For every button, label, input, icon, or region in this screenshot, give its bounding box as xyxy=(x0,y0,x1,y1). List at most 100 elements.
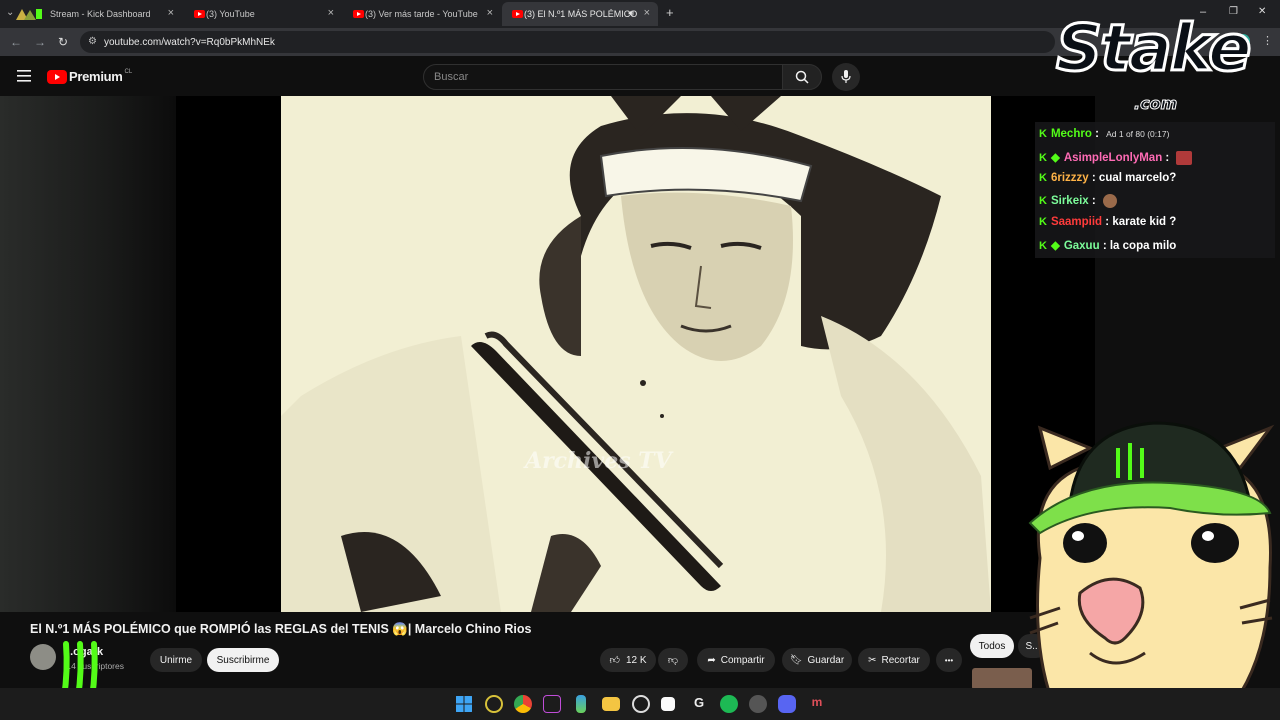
youtube-favicon-icon xyxy=(194,10,205,18)
tab-close-button[interactable]: × xyxy=(644,7,650,19)
filter-chip-all[interactable]: Todos xyxy=(970,634,1014,658)
channel-avatar[interactable] xyxy=(30,644,56,670)
app-red-icon[interactable]: m xyxy=(808,695,826,713)
close-window-button[interactable]: ✕ xyxy=(1258,6,1266,17)
back-icon[interactable]: ← xyxy=(10,35,22,49)
youtube-favicon-icon xyxy=(512,10,523,18)
chat-message: K ◆ AsimpleLonlyMan : xyxy=(1039,150,1193,165)
discord-icon[interactable] xyxy=(778,695,796,713)
share-icon: ➦ xyxy=(707,654,716,666)
youtube-logo[interactable]: Premium CL xyxy=(47,69,132,84)
search-placeholder: Buscar xyxy=(434,71,469,83)
share-label: Compartir xyxy=(720,654,765,666)
thumbs-up-icon: 👍︎ xyxy=(609,655,620,666)
chrome-icon[interactable] xyxy=(514,695,532,713)
thumbs-down-icon: 👎︎ xyxy=(667,655,679,666)
kick-badge-icon: K xyxy=(1039,195,1047,208)
app-dark-circle-icon[interactable] xyxy=(749,695,767,713)
gift-badge-icon: ◆ xyxy=(1050,152,1060,164)
tab-label: (3) El N.º1 MÁS POLÉMICO xyxy=(524,9,638,19)
new-tab-button[interactable]: + xyxy=(666,5,674,20)
subscribe-label: Suscribirme xyxy=(216,654,270,666)
kick-badge-icon: K xyxy=(1039,128,1047,140)
more-actions-button[interactable]: ••• xyxy=(936,648,962,672)
tab-label: Stream - Kick Dashboard xyxy=(50,9,151,19)
forward-icon[interactable]: → xyxy=(34,35,46,49)
app-stack-icon[interactable] xyxy=(576,695,586,713)
chat-message: K 6rizzzy : cual marcelo? xyxy=(1039,172,1176,184)
save-label: Guardar xyxy=(807,654,845,666)
hamburger-menu-icon[interactable] xyxy=(17,70,31,82)
kick-badge-icon: K xyxy=(1039,216,1047,228)
chat-text: la copa milo xyxy=(1109,240,1177,252)
subscribe-button[interactable]: Suscribirme xyxy=(207,648,279,672)
video-watermark: Archives TV xyxy=(525,448,672,474)
tab-label: (3) YouTube xyxy=(206,9,255,19)
youtube-play-logo-icon xyxy=(47,69,67,84)
search-input[interactable]: Buscar xyxy=(423,64,783,90)
app-circle-icon[interactable] xyxy=(485,695,503,713)
folder-icon[interactable] xyxy=(602,697,620,711)
save-button[interactable]: 🔖︎ Guardar xyxy=(782,648,852,672)
chat-separator: : xyxy=(1091,195,1096,208)
app-g-icon[interactable]: G xyxy=(690,695,708,713)
tab-close-button[interactable]: × xyxy=(168,7,174,19)
app-square-icon[interactable] xyxy=(661,697,675,711)
chat-text: cual marcelo? xyxy=(1098,172,1177,184)
app-purple-icon[interactable] xyxy=(543,695,561,713)
chat-message: K Sirkeix : xyxy=(1039,194,1117,208)
search-button[interactable] xyxy=(782,64,822,90)
like-button[interactable]: 👍︎ 12 K xyxy=(600,648,656,672)
streamer-webcam-background xyxy=(0,96,176,612)
kick-badge-icon: K xyxy=(1039,172,1047,184)
stake-domain: .com xyxy=(1133,94,1178,114)
video-frame[interactable]: Archives TV xyxy=(281,96,991,612)
windows-start-icon[interactable] xyxy=(455,695,473,713)
video-player[interactable]: Archives TV xyxy=(0,96,1095,612)
reload-icon[interactable]: ↻ xyxy=(58,35,68,49)
windows-taskbar: G m xyxy=(0,688,1280,720)
chat-message: K Saampiid : karate kid ? xyxy=(1039,216,1176,228)
search-icon xyxy=(795,70,809,84)
tab-close-button[interactable]: × xyxy=(328,7,334,19)
join-button[interactable]: Unirme xyxy=(150,648,202,672)
video-title: El N.º1 MÁS POLÉMICO que ROMPIÓ las REGL… xyxy=(30,622,532,636)
chat-username: Saampiid xyxy=(1050,216,1103,228)
chat-text: Ad 1 of 80 (0:17) xyxy=(1106,129,1170,139)
youtube-favicon-icon xyxy=(353,10,364,18)
tab-watch-later[interactable]: (3) Ver más tarde - YouTube × xyxy=(343,2,501,26)
filter-all-label: Todos xyxy=(978,640,1006,652)
chat-separator: : xyxy=(1095,128,1099,140)
tab-current-video[interactable]: (3) El N.º1 MÁS POLÉMICO 🔊︎ × xyxy=(502,2,658,26)
tab-youtube[interactable]: (3) YouTube × xyxy=(184,2,342,26)
url-bar[interactable]: ⚙ youtube.com/watch?v=Rq0bPkMhNEk xyxy=(80,31,1055,53)
bookmark-icon: 🔖︎ xyxy=(789,654,803,666)
tab-kick-dashboard[interactable]: Stream - Kick Dashboard × xyxy=(14,2,182,26)
kick-badge-icon: K xyxy=(1039,240,1047,252)
dislike-button[interactable]: 👎︎ xyxy=(658,648,688,672)
stake-sponsor-logo: Stake .com xyxy=(1055,10,1256,118)
chat-separator: : xyxy=(1105,216,1110,228)
country-code: CL xyxy=(124,68,133,75)
scissors-icon: ✂ xyxy=(868,654,877,666)
browser-menu-icon[interactable]: ⋮ xyxy=(1262,34,1273,47)
clip-button[interactable]: ✂ Recortar xyxy=(858,648,930,672)
gift-badge-icon: ◆ xyxy=(1050,240,1060,252)
chat-text: karate kid ? xyxy=(1112,216,1177,228)
spotify-icon[interactable] xyxy=(720,695,738,713)
tab-close-button[interactable]: × xyxy=(487,7,493,19)
join-label: Unirme xyxy=(159,654,193,666)
speaker-icon[interactable]: 🔊︎ xyxy=(628,8,634,19)
stake-wordmark: Stake xyxy=(1055,11,1254,88)
obs-icon[interactable] xyxy=(632,695,650,713)
chat-separator: : xyxy=(1165,152,1170,164)
site-info-icon[interactable]: ⚙ xyxy=(88,36,97,47)
premium-label: Premium xyxy=(69,69,123,84)
share-button[interactable]: ➦ Compartir xyxy=(697,648,775,672)
voice-search-button[interactable] xyxy=(832,63,860,91)
tab-label: (3) Ver más tarde - YouTube xyxy=(365,9,478,19)
cat-avatar-overlay xyxy=(1028,421,1275,720)
chat-separator: : xyxy=(1091,172,1096,184)
tennis-player-archive-photo xyxy=(281,96,991,612)
url-text: youtube.com/watch?v=Rq0bPkMhNEk xyxy=(104,36,275,48)
